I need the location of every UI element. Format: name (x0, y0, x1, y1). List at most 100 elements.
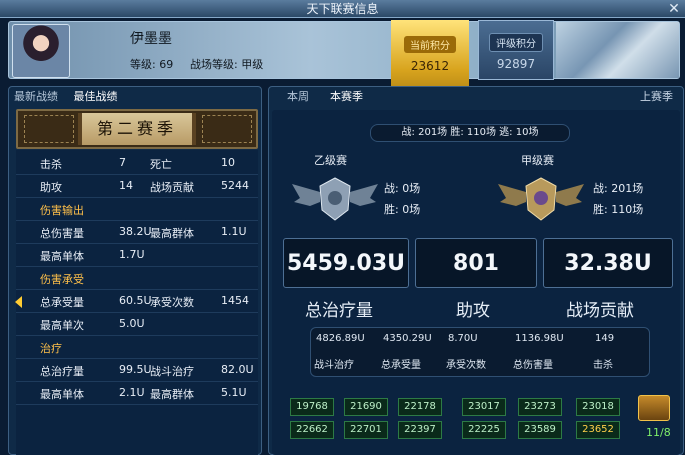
tab-this-season[interactable]: 本赛季 (330, 88, 363, 104)
stats-row: 总承受量 60.5U 承受次数 1454 (16, 290, 258, 313)
stats-row: 最高单次 5.0U (16, 313, 258, 336)
stat-value: 5244 (221, 179, 249, 192)
stats-row: 击杀 7 死亡 10 (16, 152, 258, 175)
tier-a-name: 甲级赛 (521, 154, 554, 167)
stat-label: 承受次数 (150, 296, 194, 309)
stat-value: 38.2U (119, 225, 152, 238)
section-title: 治疗 (40, 342, 62, 355)
stat-value: 1454 (221, 294, 249, 307)
detail-value: 1136.98U (515, 333, 564, 344)
gold-wing-emblem-icon (498, 177, 584, 221)
stat-label: 最高单体 (40, 388, 84, 401)
season-banner: 第二赛季 (16, 109, 258, 149)
silver-wing-emblem-icon (292, 177, 378, 221)
stats-row: 总治疗量 99.5U 战斗治疗 82.0U (16, 359, 258, 382)
rating-score-badge: 评级积分 92897 (478, 20, 554, 80)
rank-cell[interactable]: 23018 (576, 398, 620, 416)
stat-value: 1.1U (221, 225, 247, 238)
rank-cell[interactable]: 19768 (290, 398, 334, 416)
season-banner-text: 第二赛季 (78, 113, 196, 145)
stat-value: 1.7U (119, 248, 145, 261)
left-tabs: 最新战绩 最佳战绩 (14, 88, 130, 104)
rank-cell[interactable]: 22662 (290, 421, 334, 439)
stats-row: 总伤害量 38.2U 最高群体 1.1U (16, 221, 258, 244)
stat-label: 最高单次 (40, 319, 84, 332)
stat-value: 10 (221, 156, 235, 169)
chest-count: 11/8 (646, 426, 671, 439)
stat-value: 82.0U (221, 363, 254, 376)
stats-row: 最高单体 2.1U 最高群体 5.1U (16, 382, 258, 405)
rating-score-value: 92897 (496, 57, 536, 71)
total-healing-value: 5459.03U (283, 238, 409, 288)
stat-label: 总伤害量 (40, 227, 84, 240)
stat-value: 5.0U (119, 317, 145, 330)
stats-row: 最高单体 1.7U (16, 244, 258, 267)
stat-value: 99.5U (119, 363, 152, 376)
banner-pattern-right (202, 115, 252, 143)
stats-table: 击杀 7 死亡 10 助攻 14 战场贡献 5244 伤害输出 总伤害量 38.2U 最高群体 1.1U… (16, 150, 258, 455)
stat-label: 最高群体 (150, 388, 194, 401)
detail-value: 4826.89U (316, 333, 365, 344)
tier-a-wins: 胜: 110场 (593, 203, 644, 216)
detail-label: 战斗治疗 (314, 360, 354, 371)
detail-value: 149 (595, 333, 615, 344)
stat-label: 最高群体 (150, 227, 194, 240)
stat-label: 死亡 (150, 158, 172, 171)
stats-section-header: 伤害输出 (16, 198, 258, 221)
close-icon[interactable]: ✕ (666, 0, 682, 18)
stat-value: 7 (119, 156, 126, 169)
player-level: 等级: 69 (130, 58, 174, 71)
rank-cell[interactable]: 22178 (398, 398, 442, 416)
window-title: 天下联赛信息 (0, 0, 685, 18)
stat-label: 助攻 (40, 181, 62, 194)
rank-cell[interactable]: 22397 (398, 421, 442, 439)
detail-label: 承受次数 (446, 360, 486, 371)
stat-value: 60.5U (119, 294, 152, 307)
current-score-value: 23612 (410, 59, 450, 73)
rank-cell[interactable]: 23652 (576, 421, 620, 439)
stat-value: 5.1U (221, 386, 247, 399)
header-background-art (556, 22, 679, 78)
rank-cell[interactable]: 22701 (344, 421, 388, 439)
stat-label: 击杀 (40, 158, 62, 171)
rank-cell[interactable]: 21690 (344, 398, 388, 416)
rank-cell[interactable]: 23273 (518, 398, 562, 416)
battle-summary: 战: 201场 胜: 110场 逃: 10场 (370, 124, 570, 142)
detail-label: 总承受量 (381, 360, 421, 371)
detail-label: 击杀 (593, 360, 613, 371)
section-title: 伤害承受 (40, 273, 84, 286)
section-title: 伤害输出 (40, 204, 84, 217)
contribution-value: 32.38U (543, 238, 673, 288)
total-healing-label: 总治疗量 (305, 301, 373, 321)
scroll-left-arrow-icon[interactable] (15, 296, 22, 308)
tier-b-battles: 战: 0场 (384, 182, 421, 195)
stats-row: 助攻 14 战场贡献 5244 (16, 175, 258, 198)
stat-label: 战场贡献 (150, 181, 194, 194)
stats-section-header: 伤害承受 (16, 267, 258, 290)
detail-value: 4350.29U (383, 333, 432, 344)
stats-section-header: 治疗 (16, 336, 258, 359)
rank-cell[interactable]: 22225 (462, 421, 506, 439)
rank-cell[interactable]: 23589 (518, 421, 562, 439)
tier-a-battles: 战: 201场 (593, 182, 644, 195)
detail-label: 总伤害量 (513, 360, 553, 371)
detail-value: 8.70U (448, 333, 478, 344)
stat-label: 总承受量 (40, 296, 84, 309)
tier-b-wins: 胜: 0场 (384, 203, 421, 216)
tab-this-week[interactable]: 本周 (287, 88, 309, 104)
player-name: 伊墨墨 (130, 31, 172, 47)
banner-pattern-left (24, 115, 74, 143)
rating-score-label: 评级积分 (489, 33, 543, 52)
stat-label: 战斗治疗 (150, 365, 194, 378)
assists-value: 801 (415, 238, 537, 288)
treasure-chest-icon[interactable] (638, 395, 670, 421)
contribution-label: 战场贡献 (566, 301, 634, 321)
tier-b-name: 乙级赛 (314, 154, 347, 167)
avatar (12, 24, 70, 78)
tab-last-season[interactable]: 上赛季 (640, 88, 673, 104)
player-battle-grade: 战场等级: 甲级 (190, 58, 264, 71)
tab-best-record[interactable]: 最佳战绩 (74, 88, 118, 104)
rank-cell[interactable]: 23017 (462, 398, 506, 416)
tab-latest-record[interactable]: 最新战绩 (14, 88, 58, 104)
stat-value: 2.1U (119, 386, 145, 399)
